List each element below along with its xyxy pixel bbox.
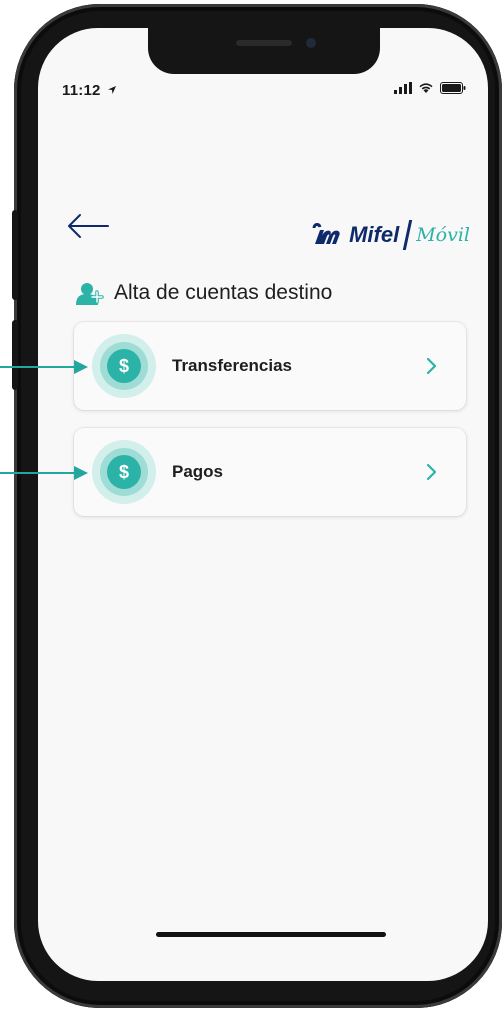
dollar-sign-icon: $ [107,455,141,489]
location-arrow-icon [107,86,116,94]
annotation-arrow [0,360,88,374]
status-bar-icons [394,82,466,94]
dollar-coin-icon: $ [92,334,156,398]
option-transferencias[interactable]: $ Transferencias [74,322,466,410]
dollar-sign-icon: $ [107,349,141,383]
app-screen: 11:12 Mifel Móvil Alta de cuentas destin… [38,28,488,981]
home-indicator[interactable] [156,932,386,937]
phone-side-button [12,320,18,390]
page-title-text: Alta de cuentas destino [114,281,333,304]
page-title: Alta de cuentas destino [76,281,332,305]
dollar-coin-icon: $ [92,440,156,504]
annotation-arrow [0,466,88,480]
back-arrow-icon[interactable] [66,212,110,240]
option-pagos[interactable]: $ Pagos [74,428,466,516]
wifi-icon [419,83,433,93]
phone-side-button [12,210,18,300]
status-bar-time: 11:12 [62,82,117,99]
option-label: Transferencias [172,356,293,375]
add-user-icon [76,283,104,305]
brand-name: Mifel [349,222,400,247]
battery-icon [440,82,466,94]
chevron-right-icon [426,351,438,382]
brand-logo: Mifel Móvil [311,220,470,250]
option-label: Pagos [172,462,224,481]
front-camera [306,38,316,48]
cellular-signal-icon [394,82,412,94]
brand-subtitle: Móvil [416,224,470,246]
speaker-grill [236,40,292,46]
logo-divider [403,220,413,250]
chevron-right-icon [426,457,438,488]
mifel-logo-mark-icon [312,223,340,244]
phone-notch [148,28,380,74]
